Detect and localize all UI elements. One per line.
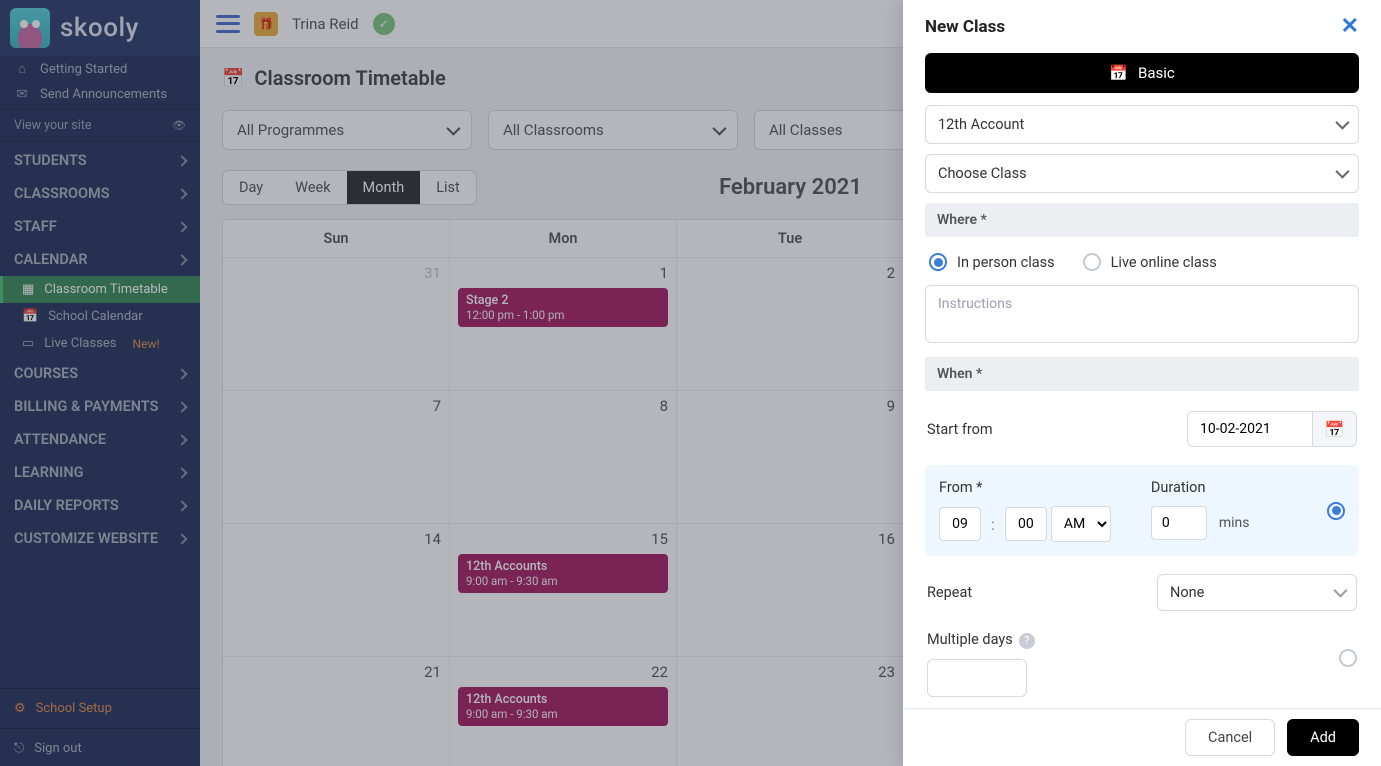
hour-input[interactable] xyxy=(939,507,981,541)
multiple-days-row: Multiple days? xyxy=(925,621,1359,707)
panel-body: 📅 Basic 12th Account Choose Class Where *… xyxy=(903,53,1381,708)
basic-label: Basic xyxy=(1138,64,1175,82)
multiple-days-label: Multiple days? xyxy=(927,631,1035,649)
duration-label: Duration xyxy=(1151,479,1250,496)
start-date-input[interactable] xyxy=(1188,412,1312,446)
start-from-label: Start from xyxy=(927,421,993,438)
calendar-icon: 📅 xyxy=(1109,64,1128,82)
cancel-button[interactable]: Cancel xyxy=(1185,719,1275,756)
chevron-down-icon xyxy=(1336,116,1346,133)
close-icon[interactable] xyxy=(1341,14,1359,39)
time-option-radio[interactable] xyxy=(1327,502,1345,520)
panel-header: New Class xyxy=(903,0,1381,53)
panel-footer: Cancel Add xyxy=(903,708,1381,766)
help-icon[interactable]: ? xyxy=(1019,633,1035,649)
chevron-down-icon xyxy=(1334,584,1344,601)
when-section-label: When * xyxy=(925,357,1359,391)
radio-dot-icon xyxy=(1339,649,1357,667)
select-value: None xyxy=(1170,584,1204,601)
from-label: From * xyxy=(939,479,1111,496)
ampm-select[interactable]: AM xyxy=(1051,506,1111,542)
repeat-row: Repeat None xyxy=(925,564,1359,621)
radio-dot-icon xyxy=(929,253,947,271)
repeat-label: Repeat xyxy=(927,584,972,601)
minute-input[interactable] xyxy=(1005,507,1047,541)
multiple-days-input[interactable] xyxy=(927,659,1027,697)
where-section-label: Where * xyxy=(925,203,1359,237)
radio-dot-icon xyxy=(1327,502,1345,520)
radio-online[interactable]: Live online class xyxy=(1083,253,1217,271)
select-value: 12th Account xyxy=(938,116,1024,133)
chevron-down-icon xyxy=(1336,165,1346,182)
multiple-days-radio[interactable] xyxy=(1339,649,1357,667)
basic-tab[interactable]: 📅 Basic xyxy=(925,53,1359,93)
select-value: Choose Class xyxy=(938,165,1027,182)
time-separator: : xyxy=(985,515,1001,534)
duration-col: Duration mins xyxy=(1151,479,1250,540)
duration-input[interactable] xyxy=(1151,506,1207,540)
panel-title: New Class xyxy=(925,17,1005,37)
from-time-col: From * : AM xyxy=(939,479,1111,542)
time-block: From * : AM Duration mins xyxy=(925,465,1359,556)
account-select[interactable]: 12th Account xyxy=(925,105,1359,144)
class-type-radios: In person class Live online class xyxy=(925,247,1359,285)
new-class-panel: New Class 📅 Basic 12th Account Choose Cla… xyxy=(903,0,1381,766)
class-select[interactable]: Choose Class xyxy=(925,154,1359,193)
start-date-field: 📅 xyxy=(1187,411,1357,447)
radio-label: In person class xyxy=(957,254,1055,271)
add-button[interactable]: Add xyxy=(1287,719,1359,756)
mins-label: mins xyxy=(1219,515,1250,531)
instructions-input[interactable] xyxy=(925,285,1359,343)
repeat-select[interactable]: None xyxy=(1157,574,1357,611)
radio-label: Live online class xyxy=(1111,254,1217,271)
calendar-icon: 📅 xyxy=(1325,420,1345,439)
radio-dot-icon xyxy=(1083,253,1101,271)
radio-inperson[interactable]: In person class xyxy=(929,253,1055,271)
date-picker-button[interactable]: 📅 xyxy=(1312,412,1356,446)
start-from-row: Start from 📅 xyxy=(925,401,1359,457)
